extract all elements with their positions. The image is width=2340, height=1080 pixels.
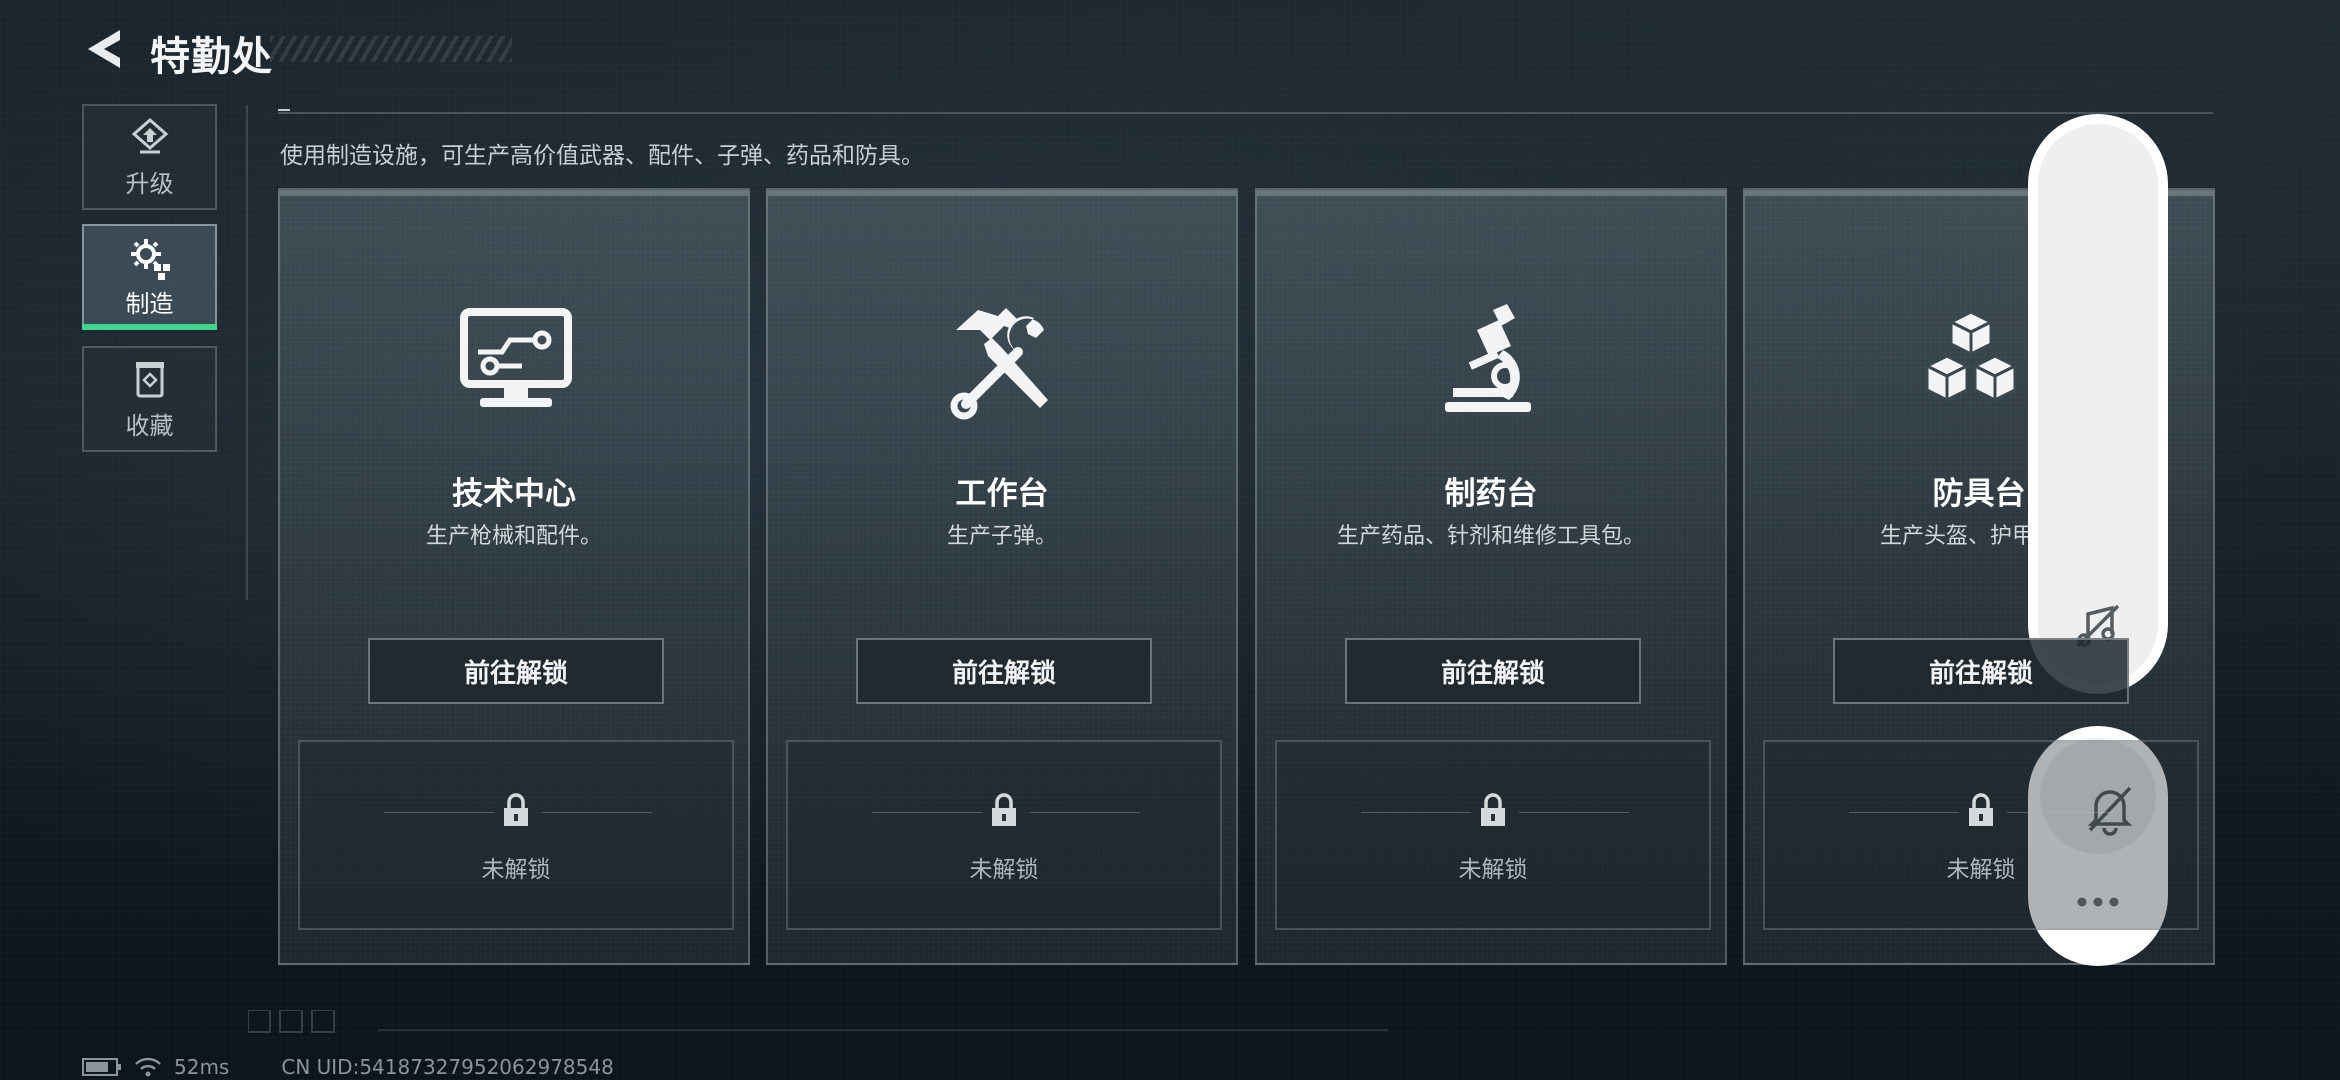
divider (1849, 812, 1959, 813)
computer-monitor-icon (460, 308, 572, 407)
status-bar: 52ms CN UID:54187327952062978548 (82, 1055, 614, 1079)
facility-card-workbench[interactable]: 工作台 生产子弹。 前往解锁 未解锁 (766, 188, 1238, 965)
sidebar-item-label: 升级 (125, 169, 174, 198)
floating-panel[interactable] (2028, 114, 2168, 694)
lock-icon (1969, 793, 1993, 826)
locked-panel: 未解锁 (298, 740, 734, 930)
page-title: 特勤处 (150, 34, 273, 80)
sidebar-item-label: 制造 (125, 289, 174, 318)
title-decoration (270, 36, 512, 62)
facility-card-pharmacy[interactable]: 制药台 生产药品、针剂和维修工具包。 前往解锁 未解锁 (1255, 188, 1727, 965)
locked-status: 未解锁 (1946, 857, 2016, 883)
lock-icon (504, 793, 528, 826)
sidebar-item-craft[interactable]: 制造 (82, 224, 217, 330)
bottom-decoration (248, 1010, 1388, 1033)
locked-status: 未解锁 (481, 857, 551, 883)
go-unlock-button[interactable]: 前往解锁 (1345, 638, 1641, 704)
ping-value: 52ms (174, 1055, 230, 1079)
content-top-divider (278, 109, 2213, 114)
divider (384, 812, 494, 813)
facility-name: 制药台 (1444, 476, 1538, 512)
locked-status: 未解锁 (969, 857, 1039, 883)
facility-description: 使用制造设施，可生产高价值武器、配件、子弹、药品和防具。 (280, 143, 924, 169)
battery-icon (82, 1058, 121, 1076)
active-tab-indicator (82, 324, 217, 330)
lock-icon (1481, 793, 1505, 826)
cubes-icon (1923, 310, 2019, 403)
facility-subtitle: 生产枪械和配件。 (425, 524, 602, 549)
gear-build-icon (130, 238, 170, 280)
divider (1519, 812, 1629, 813)
locked-status: 未解锁 (1458, 857, 1528, 883)
facility-card-tech-center[interactable]: 技术中心 生产枪械和配件。 前往解锁 未解锁 (278, 188, 750, 965)
sidebar-divider (246, 105, 248, 600)
divider (542, 812, 652, 813)
microscope-icon (1445, 304, 1531, 412)
facility-name: 技术中心 (452, 476, 576, 512)
divider (1030, 812, 1140, 813)
facility-subtitle: 生产药品、针剂和维修工具包。 (1336, 524, 1645, 549)
user-uid: CN UID:54187327952062978548 (281, 1055, 614, 1079)
sidebar-item-upgrade[interactable]: 升级 (82, 104, 217, 210)
facility-subtitle: 生产子弹。 (946, 524, 1057, 549)
sidebar-item-label: 收藏 (125, 411, 174, 440)
locked-panel: 未解锁 (1275, 740, 1711, 930)
sidebar-item-collection[interactable]: 收藏 (82, 346, 217, 452)
divider (872, 812, 982, 813)
go-unlock-button[interactable]: 前往解锁 (856, 638, 1152, 704)
locked-panel: 未解锁 (1763, 740, 2199, 930)
upgrade-icon (131, 117, 168, 153)
hammer-wrench-icon (950, 308, 1048, 420)
collection-icon (135, 361, 164, 397)
go-unlock-button[interactable]: 前往解锁 (368, 638, 664, 704)
locked-panel: 未解锁 (786, 740, 1222, 930)
wifi-icon (135, 1057, 161, 1077)
lock-icon (992, 793, 1016, 826)
divider (2007, 812, 2117, 813)
back-arrow-icon[interactable] (80, 24, 126, 74)
go-unlock-button[interactable]: 前往解锁 (1833, 638, 2129, 704)
divider (1361, 812, 1471, 813)
facility-name: 工作台 (955, 476, 1049, 512)
